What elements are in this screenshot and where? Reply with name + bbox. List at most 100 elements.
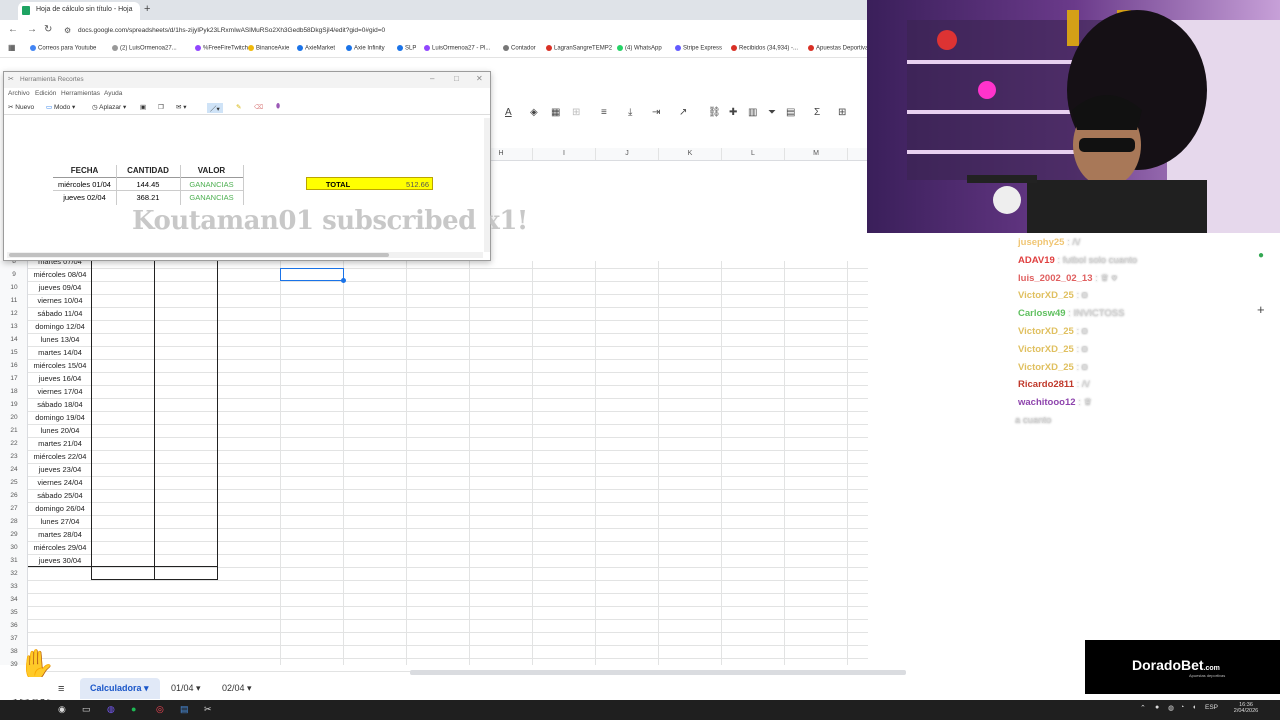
- send-icon[interactable]: ✉ ▾: [176, 103, 187, 111]
- mode-button[interactable]: ▭ Modo ▾: [46, 103, 75, 111]
- close-icon[interactable]: ✕: [476, 74, 483, 83]
- bookmark-item[interactable]: Correos para Youtube: [30, 45, 96, 52]
- row-number[interactable]: 29: [0, 531, 28, 538]
- chat-username[interactable]: VictorXD_25: [1018, 362, 1074, 373]
- scroll-thumb[interactable]: [9, 253, 389, 257]
- chat-username[interactable]: luis_2002_02_13: [1018, 273, 1092, 284]
- row-number[interactable]: 21: [0, 427, 28, 434]
- date-cell[interactable]: domingo 19/04: [29, 413, 91, 422]
- pen-icon[interactable]: ／▾: [207, 103, 223, 113]
- date-cell[interactable]: jueves 30/04: [29, 556, 91, 565]
- chat-username[interactable]: ADAV19: [1018, 255, 1055, 266]
- date-cell[interactable]: miércoles 08/04: [29, 270, 91, 279]
- row-number[interactable]: 35: [0, 609, 28, 616]
- date-cell[interactable]: lunes 27/04: [29, 517, 91, 526]
- chrome-taskbar-icon[interactable]: ◉: [58, 704, 66, 715]
- discord-taskbar-icon[interactable]: ◍: [107, 704, 115, 715]
- fill-color-icon[interactable]: ◈: [530, 107, 538, 118]
- row-number[interactable]: 31: [0, 557, 28, 564]
- row-number[interactable]: 10: [0, 284, 28, 291]
- date-cell[interactable]: martes 28/04: [29, 530, 91, 539]
- bookmark-item[interactable]: Axie Infinity: [346, 45, 385, 52]
- bookmark-item[interactable]: Recibidos (34,934) -...: [731, 45, 798, 52]
- date-cell[interactable]: viernes 10/04: [29, 296, 91, 305]
- bookmark-item[interactable]: BinanceAxie: [248, 45, 289, 52]
- language-indicator[interactable]: ESP: [1205, 704, 1218, 711]
- row-number[interactable]: 33: [0, 583, 28, 590]
- row-number[interactable]: 16: [0, 362, 28, 369]
- menu-edicion[interactable]: Edición: [35, 90, 56, 97]
- spotify-taskbar-icon[interactable]: ●: [131, 704, 136, 714]
- all-sheets-icon[interactable]: ≡: [58, 683, 64, 695]
- align-icon[interactable]: ≡: [601, 107, 607, 118]
- menu-archivo[interactable]: Archivo: [8, 90, 30, 97]
- tray-chevron-icon[interactable]: ⌃: [1140, 704, 1146, 712]
- row-number[interactable]: 19: [0, 401, 28, 408]
- row-number[interactable]: 22: [0, 440, 28, 447]
- app-taskbar-icon[interactable]: ▭: [82, 704, 91, 715]
- date-cell[interactable]: lunes 20/04: [29, 426, 91, 435]
- date-cell[interactable]: miércoles 29/04: [29, 543, 91, 552]
- bookmark-item[interactable]: (4) WhatsApp: [617, 45, 662, 52]
- sheet-horizontal-scrollbar[interactable]: [410, 670, 906, 675]
- date-cell[interactable]: sábado 25/04: [29, 491, 91, 500]
- paint-icon[interactable]: ⬮: [276, 103, 280, 111]
- network-icon[interactable]: ◍: [1168, 704, 1174, 712]
- column-header[interactable]: L: [722, 150, 784, 157]
- row-number[interactable]: 32: [0, 570, 28, 577]
- selected-cell[interactable]: [280, 268, 344, 281]
- forward-icon[interactable]: →: [27, 24, 37, 35]
- site-info-icon[interactable]: ⚙: [64, 26, 71, 35]
- files-taskbar-icon[interactable]: ▤: [180, 704, 189, 715]
- new-tab-button[interactable]: +: [144, 3, 150, 15]
- menu-ayuda[interactable]: Ayuda: [104, 90, 122, 97]
- functions-icon[interactable]: Σ: [814, 107, 820, 118]
- back-icon[interactable]: ←: [8, 24, 18, 35]
- date-cell[interactable]: jueves 09/04: [29, 283, 91, 292]
- column-header[interactable]: M: [785, 150, 847, 157]
- bookmark-item[interactable]: AxieMarket: [297, 45, 335, 52]
- filter-icon[interactable]: ⏷: [768, 107, 776, 118]
- clock[interactable]: 16:36 2/04/2026: [1225, 702, 1267, 714]
- row-number[interactable]: 11: [0, 297, 28, 304]
- date-cell[interactable]: miércoles 22/04: [29, 452, 91, 461]
- date-cell[interactable]: domingo 26/04: [29, 504, 91, 513]
- valign-icon[interactable]: ⤓: [628, 107, 632, 118]
- tab-calculadora[interactable]: Calculadora ▾: [90, 683, 149, 694]
- row-number[interactable]: 12: [0, 310, 28, 317]
- chat-username[interactable]: VictorXD_25: [1018, 290, 1074, 301]
- merge-icon[interactable]: ⊞: [572, 107, 580, 118]
- copy-icon[interactable]: ❐: [158, 103, 164, 111]
- mic-icon[interactable]: ●: [1155, 704, 1159, 711]
- date-cell[interactable]: miércoles 15/04: [29, 361, 91, 370]
- row-number[interactable]: 37: [0, 635, 28, 642]
- row-number[interactable]: 34: [0, 596, 28, 603]
- chat-username[interactable]: Ricardo2811: [1018, 379, 1074, 390]
- tab-01-04[interactable]: 01/04 ▾: [171, 683, 201, 694]
- text-color-icon[interactable]: A: [505, 107, 512, 118]
- save-icon[interactable]: ▣: [140, 103, 146, 111]
- new-snip-button[interactable]: ✂ Nuevo: [8, 103, 34, 111]
- row-number[interactable]: 30: [0, 544, 28, 551]
- comment-icon[interactable]: ✚: [729, 107, 737, 118]
- wrap-icon[interactable]: ⇥: [652, 107, 660, 118]
- add-icon[interactable]: +: [1257, 302, 1265, 317]
- row-number[interactable]: 26: [0, 492, 28, 499]
- row-number[interactable]: 20: [0, 414, 28, 421]
- minimize-icon[interactable]: –: [430, 74, 434, 83]
- chat-username[interactable]: wachitooo12: [1018, 397, 1076, 408]
- chat-username[interactable]: VictorXD_25: [1018, 344, 1074, 355]
- highlighter-icon[interactable]: ✎: [236, 103, 241, 111]
- chat-username[interactable]: jusephy25: [1018, 237, 1064, 248]
- borders-icon[interactable]: ▦: [551, 107, 560, 118]
- row-number[interactable]: 18: [0, 388, 28, 395]
- row-number[interactable]: 23: [0, 453, 28, 460]
- bookmark-item[interactable]: %FreeFireTwitch: [195, 45, 248, 52]
- row-number[interactable]: 17: [0, 375, 28, 382]
- date-cell[interactable]: viernes 24/04: [29, 478, 91, 487]
- date-cell[interactable]: sábado 18/04: [29, 400, 91, 409]
- date-cell[interactable]: lunes 13/04: [29, 335, 91, 344]
- bookmark-item[interactable]: LagranSangreTEMP2: [546, 45, 612, 52]
- row-number[interactable]: 15: [0, 349, 28, 356]
- date-cell[interactable]: jueves 16/04: [29, 374, 91, 383]
